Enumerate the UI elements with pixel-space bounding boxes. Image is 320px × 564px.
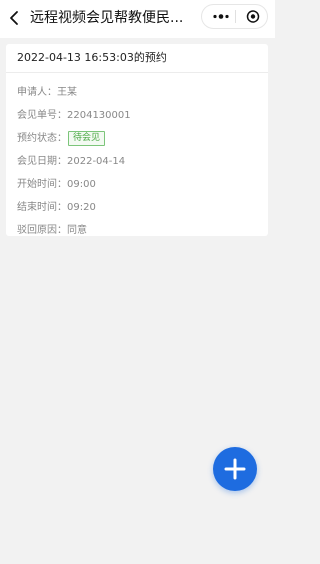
applicant-label: 申请人： (17, 86, 57, 98)
date-row: 会见日期： 2022-04-14 (17, 150, 268, 173)
start-time-value: 09:00 (67, 178, 96, 190)
order-number-value: 2204130001 (67, 109, 131, 121)
mini-program-capsule (201, 4, 268, 29)
nav-bar: 远程视频会见帮教便民... (0, 0, 275, 38)
status-badge: 待会见 (68, 131, 106, 146)
status-label: 预约状态： (17, 132, 67, 144)
appointment-header: 2022-04-13 16:53:03的预约 (6, 44, 268, 73)
start-time-label: 开始时间： (17, 178, 67, 190)
date-value: 2022-04-14 (67, 155, 126, 167)
capsule-divider (235, 10, 236, 23)
reject-reason-label: 驳回原因： (17, 224, 67, 236)
end-time-label: 结束时间： (17, 201, 67, 213)
more-dots-icon[interactable] (207, 5, 233, 28)
reject-reason-value: 同意 (67, 224, 87, 236)
order-number-label: 会见单号： (17, 109, 67, 121)
status-row: 预约状态： 待会见 (17, 127, 268, 150)
order-number-row: 会见单号： 2204130001 (17, 104, 268, 127)
date-label: 会见日期： (17, 155, 67, 167)
applicant-row: 申请人： 王某 (17, 81, 268, 104)
reject-reason-row: 驳回原因： 同意 (17, 219, 268, 242)
end-time-row: 结束时间： 09:20 (17, 196, 268, 219)
plus-icon (224, 458, 246, 480)
appointment-card[interactable]: 2022-04-13 16:53:03的预约 申请人： 王某 会见单号： 220… (6, 44, 268, 236)
start-time-row: 开始时间： 09:00 (17, 173, 268, 196)
add-appointment-button[interactable] (213, 447, 257, 491)
end-time-value: 09:20 (67, 201, 96, 213)
page-title: 远程视频会见帮教便民... (30, 10, 184, 26)
target-circle-icon[interactable] (240, 5, 264, 28)
chevron-left-icon[interactable] (7, 9, 23, 27)
applicant-value: 王某 (57, 86, 77, 98)
